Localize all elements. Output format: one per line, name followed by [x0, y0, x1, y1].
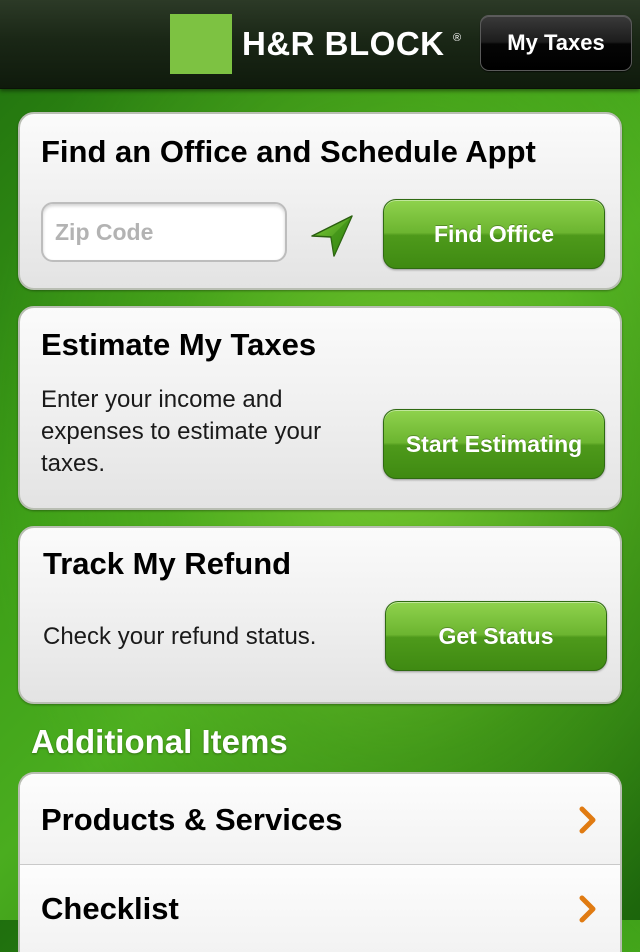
list-item-label: Checklist	[41, 891, 179, 926]
find-office-title: Find an Office and Schedule Appt	[41, 134, 536, 169]
find-office-card: Find an Office and Schedule Appt Find Of…	[18, 112, 622, 290]
registered-mark: ®	[453, 32, 462, 44]
list-item-checklist[interactable]: Checklist	[20, 864, 620, 952]
list-item-label: Products & Services	[41, 802, 343, 837]
track-refund-description: Check your refund status.	[43, 623, 317, 650]
additional-items-list: Products & Services Checklist	[18, 772, 622, 952]
zip-code-input[interactable]	[41, 202, 287, 262]
location-arrow-icon[interactable]	[308, 212, 356, 260]
list-item-products-services[interactable]: Products & Services	[20, 774, 620, 864]
track-refund-card: Track My Refund Check your refund status…	[18, 526, 622, 704]
brand-name: H&R BLOCK	[242, 25, 445, 62]
additional-items-heading: Additional Items	[31, 723, 288, 760]
get-status-button[interactable]: Get Status	[385, 601, 607, 671]
chevron-right-icon	[579, 806, 596, 834]
brand-logo-square	[170, 14, 232, 74]
track-refund-title: Track My Refund	[43, 546, 292, 581]
top-bar: H&R BLOCK ® My Taxes	[0, 0, 640, 89]
estimate-taxes-title: Estimate My Taxes	[41, 327, 317, 362]
my-taxes-button[interactable]: My Taxes	[480, 15, 632, 71]
estimate-taxes-card: Estimate My Taxes Enter your income and …	[18, 306, 622, 510]
estimate-taxes-description: Enter your income and expenses to estima…	[41, 386, 322, 477]
chevron-right-icon	[579, 895, 596, 923]
find-office-button[interactable]: Find Office	[383, 199, 605, 269]
start-estimating-button[interactable]: Start Estimating	[383, 409, 605, 479]
